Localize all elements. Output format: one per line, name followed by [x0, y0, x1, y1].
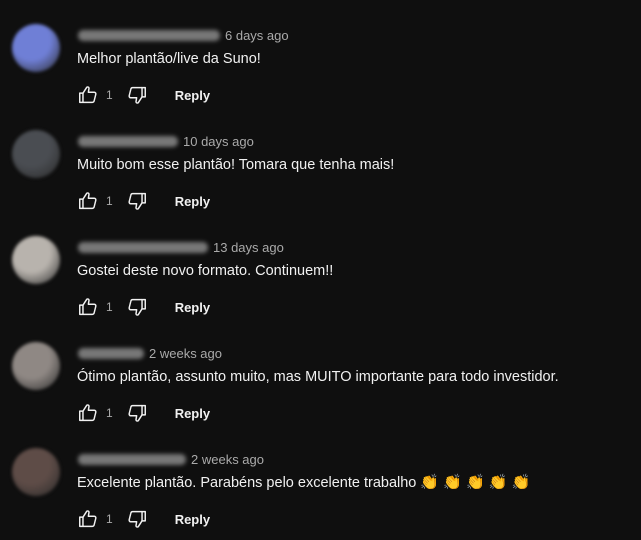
author-handle[interactable]	[78, 347, 144, 359]
reply-button[interactable]: Reply	[175, 512, 210, 527]
thumbs-up-icon	[79, 192, 97, 210]
like-button[interactable]	[76, 507, 100, 531]
comment-thread: 13 days ago Gostei deste novo formato. C…	[0, 216, 641, 322]
avatar[interactable]	[12, 24, 60, 72]
dislike-button[interactable]	[125, 83, 149, 107]
comment-actions: 1 Reply	[76, 506, 210, 532]
comment-actions: 1 Reply	[76, 400, 210, 426]
comment-text: Gostei deste novo formato. Continuem!!	[77, 263, 333, 279]
like-button[interactable]	[76, 401, 100, 425]
comment-header: 2 weeks ago	[78, 344, 222, 362]
comment-body: Melhor plantão/live da Suno!	[77, 51, 261, 67]
reply-button[interactable]: Reply	[175, 194, 210, 209]
comment-header: 2 weeks ago	[78, 450, 264, 468]
comment-text: Muito bom esse plantão! Tomara que tenha…	[77, 157, 394, 173]
comment-timestamp[interactable]: 6 days ago	[225, 28, 289, 43]
avatar[interactable]	[12, 236, 60, 284]
comment-thread: 2 weeks ago Excelente plantão. Parabéns …	[0, 428, 641, 534]
comment-timestamp[interactable]: 13 days ago	[213, 240, 284, 255]
comment-text: Ótimo plantão, assunto muito, mas MUITO …	[77, 369, 559, 385]
comment-header: 6 days ago	[78, 26, 289, 44]
thumbs-down-icon	[128, 510, 146, 528]
comment-actions: 1 Reply	[76, 188, 210, 214]
thumbs-up-icon	[79, 86, 97, 104]
like-button[interactable]	[76, 83, 100, 107]
like-count: 1	[106, 406, 113, 420]
comment-body: Ótimo plantão, assunto muito, mas MUITO …	[77, 369, 559, 385]
like-count: 1	[106, 194, 113, 208]
like-count: 1	[106, 512, 113, 526]
avatar[interactable]	[12, 448, 60, 496]
avatar[interactable]	[12, 130, 60, 178]
author-handle[interactable]	[78, 241, 208, 253]
comment-body: Gostei deste novo formato. Continuem!!	[77, 263, 334, 279]
avatar[interactable]	[12, 342, 60, 390]
like-button[interactable]	[76, 295, 100, 319]
comment-timestamp[interactable]: 2 weeks ago	[191, 452, 264, 467]
like-count: 1	[106, 300, 113, 314]
dislike-button[interactable]	[125, 295, 149, 319]
reply-button[interactable]: Reply	[175, 88, 210, 103]
thumbs-up-icon	[79, 404, 97, 422]
comment-header: 13 days ago	[78, 238, 284, 256]
dislike-button[interactable]	[125, 189, 149, 213]
comment-thread: 2 weeks ago Ótimo plantão, assunto muito…	[0, 322, 641, 428]
thumbs-up-icon	[79, 298, 97, 316]
author-handle[interactable]	[78, 29, 220, 41]
comment-body: Excelente plantão. Parabéns pelo excelen…	[77, 475, 417, 491]
author-handle[interactable]	[78, 135, 178, 147]
thumbs-down-icon	[128, 86, 146, 104]
comment-thread: 6 days ago Melhor plantão/live da Suno! …	[0, 4, 641, 110]
comment-actions: 1 Reply	[76, 294, 210, 320]
thumbs-down-icon	[128, 298, 146, 316]
like-count: 1	[106, 88, 113, 102]
reply-button[interactable]: Reply	[175, 406, 210, 421]
like-button[interactable]	[76, 189, 100, 213]
dislike-button[interactable]	[125, 401, 149, 425]
thumbs-up-icon	[79, 510, 97, 528]
comment-thread: 10 days ago Muito bom esse plantão! Toma…	[0, 110, 641, 216]
thumbs-down-icon	[128, 404, 146, 422]
comment-text: Excelente plantão. Parabéns pelo excelen…	[77, 475, 530, 491]
clap-emoji: 👏 👏 👏 👏 👏	[420, 474, 531, 491]
comment-body: Muito bom esse plantão! Tomara que tenha…	[77, 157, 395, 173]
comment-actions: 1 Reply	[76, 82, 210, 108]
dislike-button[interactable]	[125, 507, 149, 531]
comment-text: Melhor plantão/live da Suno!	[77, 51, 261, 67]
reply-button[interactable]: Reply	[175, 300, 210, 315]
thumbs-down-icon	[128, 192, 146, 210]
author-handle[interactable]	[78, 453, 186, 465]
comment-timestamp[interactable]: 2 weeks ago	[149, 346, 222, 361]
comment-timestamp[interactable]: 10 days ago	[183, 134, 254, 149]
comment-header: 10 days ago	[78, 132, 254, 150]
